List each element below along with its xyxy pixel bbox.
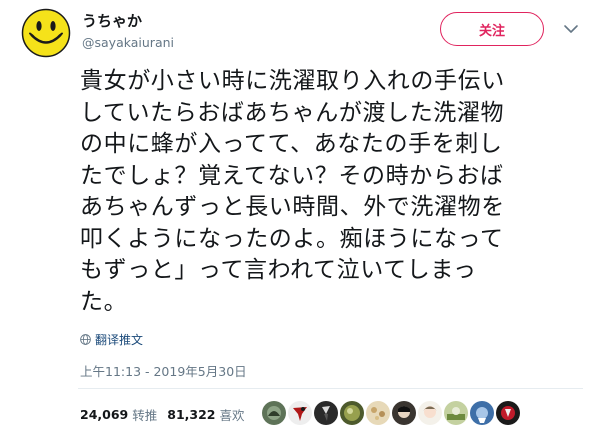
display-name[interactable]: うちゃか [82,11,174,31]
tweet-line: た。 [80,288,128,315]
liker-avatar[interactable] [392,401,416,425]
tweet-line: していたらおばあちゃんが渡した洗濯物 [80,99,505,126]
retweet-count[interactable]: 24,069 转推 [80,405,157,424]
tweet-line: あちゃんずっと長い時間、外で洗濯物を [80,194,505,220]
globe-icon [80,334,91,345]
translate-label[interactable]: 翻译推文 [95,331,143,348]
tweet-line: たでしょ？覚えてない？その時からおば [80,162,504,189]
liker-avatar[interactable] [366,401,390,425]
tweet-text: 貴女が小さい時に洗濯取り入れの手伝い していたらおばあちゃんが渡した洗濯物 の中… [80,66,585,318]
like-number[interactable]: 81,322 [167,407,215,422]
liker-avatar[interactable] [470,401,494,425]
tweet-timestamp[interactable]: 上午11:13 - 2019年5月30日 [80,361,247,380]
liker-avatar[interactable] [340,401,364,425]
like-count[interactable]: 81,322 喜欢 [167,405,244,424]
avatar[interactable] [21,8,71,58]
liker-avatar[interactable] [444,401,468,425]
engagement-stats: 24,069 转推 81,322 喜欢 [80,405,255,424]
divider [78,388,583,389]
tweet-line: もずっと」って言われて泣いてしまっ [80,257,477,283]
user-handle[interactable]: @sayakaiurani [82,34,174,52]
tweet-line: 叩くようになったのよ。痴ほうになって [80,225,504,252]
liker-avatars [262,401,520,425]
liker-avatar[interactable] [418,401,442,425]
translate-tweet-link[interactable]: 翻译推文 [80,331,143,348]
liker-avatar[interactable] [314,401,338,425]
chevron-down-icon[interactable] [562,20,580,38]
liker-avatar[interactable] [496,401,520,425]
liker-avatar[interactable] [288,401,312,425]
liker-avatar[interactable] [262,401,286,425]
retweet-number[interactable]: 24,069 [80,407,128,422]
retweet-label[interactable]: 转推 [132,405,157,424]
tweet-line: の中に蜂が入ってて、あなたの手を刺し [80,131,503,157]
user-info[interactable]: うちゃか @sayakaiurani [82,11,174,52]
follow-button[interactable]: 关注 [440,12,544,46]
tweet-line: 貴女が小さい時に洗濯取り入れの手伝い [80,68,505,94]
like-label[interactable]: 喜欢 [220,405,245,424]
